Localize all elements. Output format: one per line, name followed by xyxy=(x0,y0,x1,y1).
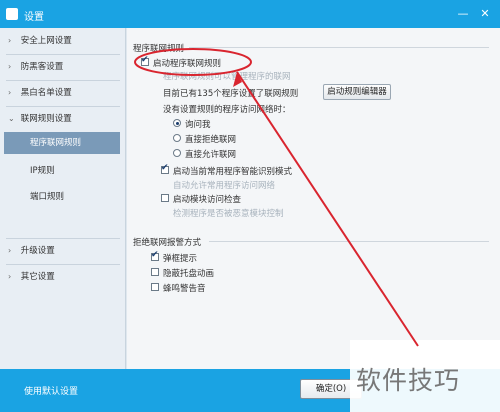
allow-network-label: 直接允许联网 xyxy=(185,150,237,160)
divider xyxy=(6,238,120,239)
divider xyxy=(6,54,120,55)
chevron-down-icon: ⌄ xyxy=(8,114,15,123)
unset-rule-prompt: 没有设置规则的程序访问网络时： xyxy=(163,105,291,115)
chevron-right-icon: › xyxy=(8,88,12,97)
popup-alert-checkbox[interactable] xyxy=(151,250,159,261)
sidebar-item-label: 安全上网设置 xyxy=(20,36,72,46)
module-check-hint: 检测程序是否被恶意模块控制 xyxy=(173,209,284,219)
sidebar-item-port-rules[interactable]: 端口规则 xyxy=(0,186,126,208)
sidebar-item-network-rules[interactable]: ⌄ 联网规则设置 xyxy=(0,108,126,130)
enable-program-rules-hint: 程序联网规则可以管理程序的联网 xyxy=(163,72,291,82)
divider xyxy=(189,47,489,48)
sidebar-item-label: 端口规则 xyxy=(30,192,65,202)
ask-me-radio[interactable] xyxy=(173,119,181,127)
sidebar-item-upgrade[interactable]: › 升级设置 xyxy=(0,240,126,262)
sidebar-item-label: 升级设置 xyxy=(20,246,55,256)
popup-alert-label: 弹框提示 xyxy=(163,254,198,264)
deny-network-label: 直接拒绝联网 xyxy=(185,135,237,145)
beep-sound-label: 蜂鸣警告音 xyxy=(163,284,206,294)
deny-network-radio[interactable] xyxy=(173,134,181,142)
divider xyxy=(6,264,120,265)
enable-program-rules-label: 启动程序联网规则 xyxy=(153,59,222,69)
smart-mode-label: 启动当前常用程序智能识别模式 xyxy=(173,167,293,177)
chevron-right-icon: › xyxy=(8,36,12,45)
sidebar-item-label: 防黑客设置 xyxy=(20,62,64,72)
open-rule-editor-button[interactable]: 启动规则编辑器 xyxy=(323,84,391,100)
smart-mode-hint: 自动允许常用程序访问网络 xyxy=(173,181,276,191)
smart-mode-checkbox[interactable] xyxy=(161,163,169,174)
tray-animation-checkbox[interactable] xyxy=(151,268,159,276)
module-check-checkbox[interactable] xyxy=(161,194,169,202)
section-title-deny-alert: 拒绝联网报警方式 xyxy=(133,238,202,248)
sidebar-item-security[interactable]: › 安全上网设置 xyxy=(0,30,126,52)
sidebar-item-program-rules[interactable]: 程序联网规则 xyxy=(4,132,120,154)
watermark-text: 软件技巧 xyxy=(356,366,461,395)
window-title: 设置 xyxy=(24,12,44,23)
settings-panel: 程序联网规则 启动程序联网规则 程序联网规则可以管理程序的联网 目前已有135个… xyxy=(127,28,500,369)
minimize-icon[interactable]: — xyxy=(456,7,470,21)
sidebar-item-other[interactable]: › 其它设置 xyxy=(0,266,126,288)
chevron-right-icon: › xyxy=(8,272,12,281)
chevron-right-icon: › xyxy=(8,62,12,71)
rules-status-text: 目前已有135个程序设置了联网规则 xyxy=(163,89,299,99)
chevron-right-icon: › xyxy=(8,246,12,255)
allow-network-radio[interactable] xyxy=(173,149,181,157)
enable-program-rules-checkbox[interactable] xyxy=(141,55,149,66)
divider xyxy=(6,106,120,107)
sidebar-item-label: 联网规则设置 xyxy=(20,114,72,124)
section-title-program-rules: 程序联网规则 xyxy=(133,44,185,54)
sidebar-item-label: IP规则 xyxy=(30,166,55,176)
sidebar-item-blacklist[interactable]: › 黑白名单设置 xyxy=(0,82,126,104)
module-check-label: 启动模块访问检查 xyxy=(173,195,242,205)
close-icon[interactable]: ✕ xyxy=(478,7,492,21)
sidebar-item-label: 程序联网规则 xyxy=(30,138,82,148)
sidebar-item-label: 黑白名单设置 xyxy=(20,88,72,98)
ask-me-label: 询问我 xyxy=(185,120,211,130)
sidebar-item-anti-hacker[interactable]: › 防黑客设置 xyxy=(0,56,126,78)
beep-sound-checkbox[interactable] xyxy=(151,283,159,291)
title-bar: 设置 — ✕ xyxy=(0,0,500,28)
app-icon xyxy=(6,8,18,20)
tray-animation-label: 隐蔽托盘动画 xyxy=(163,269,215,279)
sidebar-item-ip-rules[interactable]: IP规则 xyxy=(0,160,126,182)
use-default-settings-link[interactable]: 使用默认设置 xyxy=(24,384,78,397)
sidebar: › 安全上网设置 › 防黑客设置 › 黑白名单设置 ⌄ 联网规则设置 程序联网规… xyxy=(0,28,126,369)
divider xyxy=(6,80,120,81)
sidebar-item-label: 其它设置 xyxy=(20,272,55,282)
divider xyxy=(209,241,489,242)
